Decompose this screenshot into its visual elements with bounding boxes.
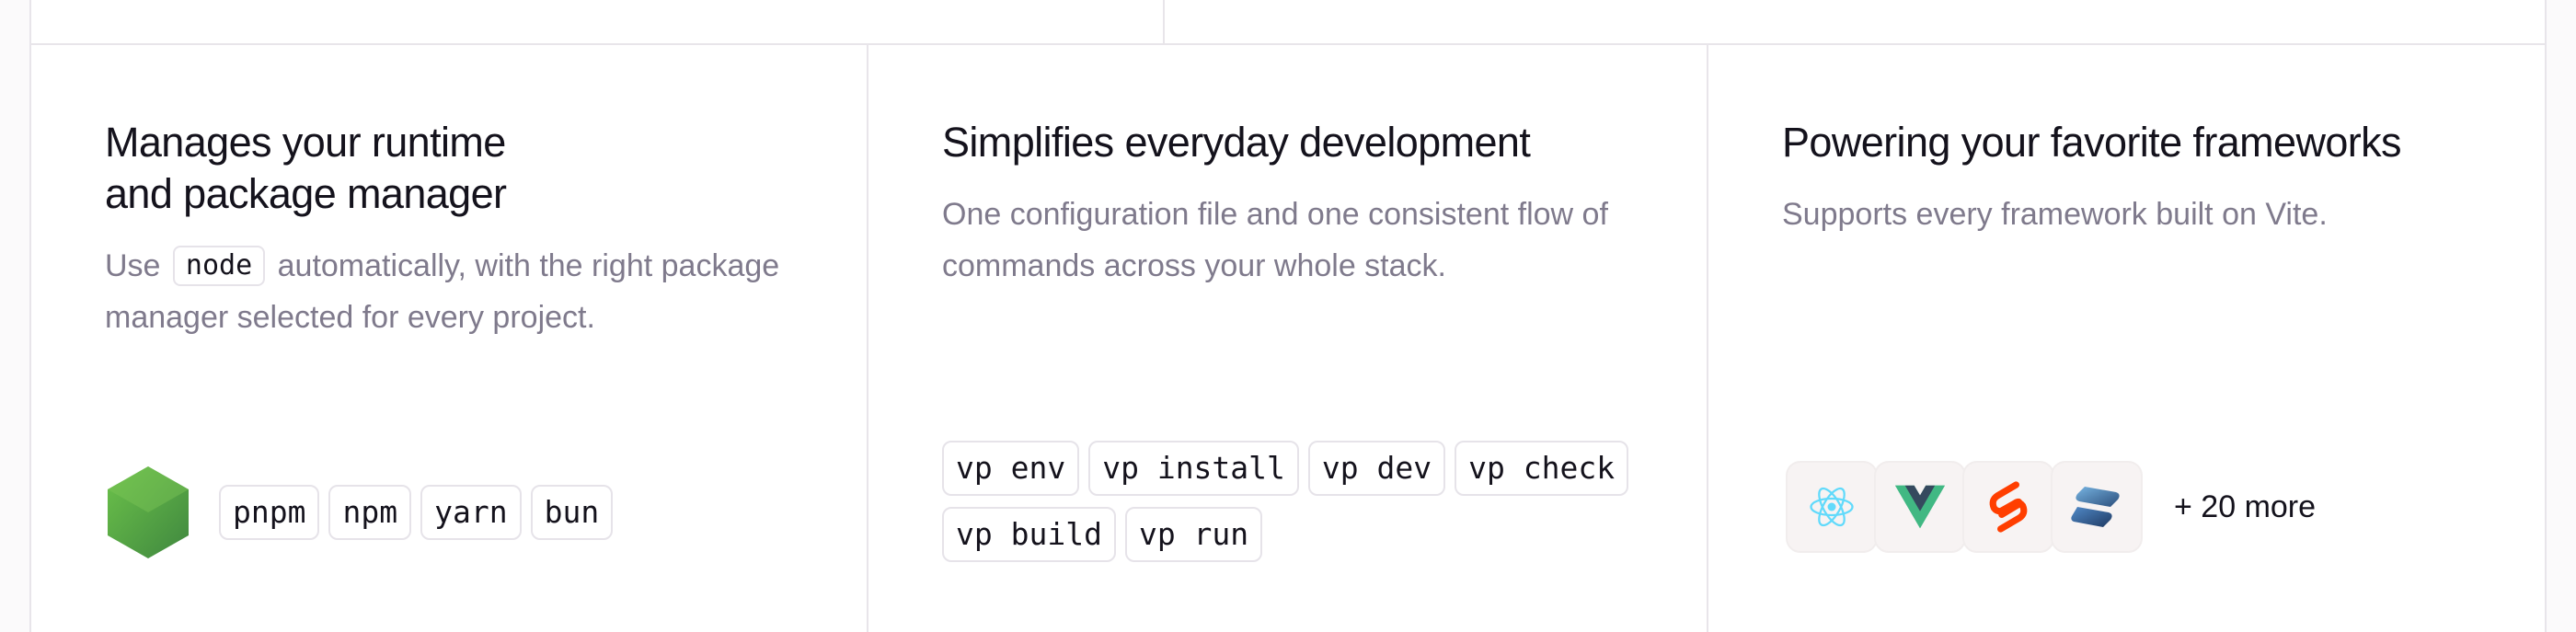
feature-card-runtime: Manages your runtime and package manager… <box>31 45 868 632</box>
package-manager-pnpm: pnpm <box>219 485 320 540</box>
package-manager-yarn: yarn <box>420 485 522 540</box>
more-frameworks-label: + 20 more <box>2174 488 2317 524</box>
package-manager-npm: npm <box>328 485 412 540</box>
react-icon <box>1810 487 1854 527</box>
framework-row: + 20 more <box>1786 461 2316 553</box>
top-row-divider <box>1163 0 1165 45</box>
feature-card-development: Simplifies everyday development One conf… <box>868 45 1708 632</box>
command-vp-dev: vp dev <box>1307 441 1446 496</box>
nodejs-icon <box>108 466 189 558</box>
card-description: Use node automatically, with the right p… <box>105 240 822 343</box>
framework-tile-react <box>1786 461 1878 553</box>
page: Manages your runtime and package manager… <box>0 0 2576 632</box>
feature-card-frameworks: Powering your favorite frameworks Suppor… <box>1708 45 2548 632</box>
command-vp-run: vp run <box>1124 507 1263 562</box>
command-vp-install: vp install <box>1088 441 1299 496</box>
node-inline-code: node <box>172 246 266 286</box>
card-title: Powering your favorite frameworks <box>1782 119 2402 166</box>
command-vp-env: vp env <box>942 441 1080 496</box>
feature-grid: Manages your runtime and package manager… <box>29 45 2547 632</box>
card-title-line-2: and package manager <box>105 170 507 217</box>
command-vp-build: vp build <box>942 507 1116 562</box>
desc-text-before: Use <box>105 248 161 283</box>
solid-icon <box>2071 487 2120 527</box>
framework-tile-solid <box>2051 461 2143 553</box>
package-manager-bun: bun <box>530 485 614 540</box>
card-title-line-1: Manages your runtime <box>105 119 506 166</box>
card-description: One configuration file and one consisten… <box>942 197 1608 283</box>
top-row-remnant <box>29 0 2547 45</box>
card-title: Manages your runtime and package manager <box>105 117 841 220</box>
card-title: Simplifies everyday development <box>942 119 1531 166</box>
package-manager-row: pnpm npm yarn bun <box>105 465 622 560</box>
framework-tile-vue <box>1874 461 1966 553</box>
card-description: Supports every framework built on Vite. <box>1782 197 2328 232</box>
framework-tile-svelte <box>1962 461 2054 553</box>
vue-icon <box>1895 485 1945 529</box>
command-vp-check: vp check <box>1455 441 1629 496</box>
command-list: vp env vp install vp dev vp check vp build v… <box>942 441 1669 573</box>
svelte-icon <box>1989 481 2028 533</box>
